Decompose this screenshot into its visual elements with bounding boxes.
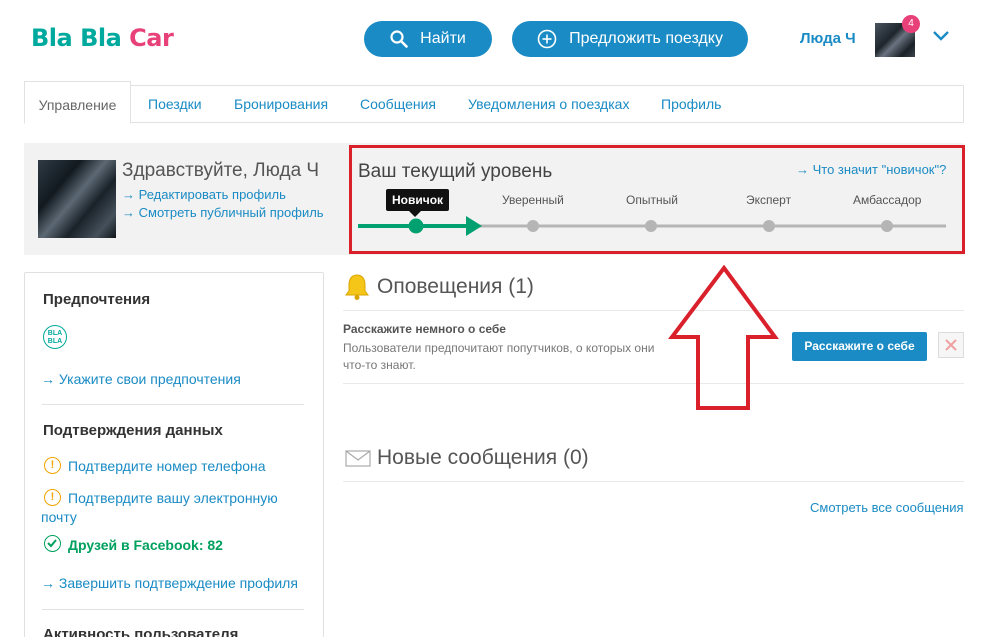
- profile-photo[interactable]: [38, 160, 116, 238]
- user-name-link[interactable]: Люда Ч: [800, 30, 856, 47]
- level-dot-expert: [763, 220, 775, 232]
- alerts-divider-top: [343, 310, 964, 311]
- logo-part-car: Car: [129, 24, 174, 52]
- blablacar-logo[interactable]: Bla Bla Car: [31, 24, 174, 52]
- tab-messages[interactable]: Сообщения: [360, 85, 436, 123]
- public-profile-link[interactable]: → Смотреть публичный профиль: [122, 205, 324, 220]
- logo-part-bla: Bla: [31, 24, 73, 52]
- red-arrow-annotation-icon: [668, 265, 779, 410]
- search-icon: [390, 30, 408, 48]
- alert-item-title: Расскажите немного о себе: [343, 322, 506, 336]
- level-progress-track: [358, 216, 946, 236]
- alerts-heading: Оповещения (1): [377, 275, 534, 298]
- user-activity-heading: Активность пользователя: [43, 626, 239, 637]
- level-step-label-expert: Эксперт: [746, 193, 792, 207]
- level-title: Ваш текущий уровень: [358, 161, 553, 182]
- greeting-title: Здравствуйте, Люда Ч: [122, 160, 320, 181]
- level-dot-ambassador: [881, 220, 893, 232]
- logo-part-bla-2: Bla: [80, 24, 122, 52]
- notifications-badge: 4: [902, 15, 920, 33]
- tab-bookings[interactable]: Бронирования: [234, 85, 328, 123]
- close-icon: [945, 339, 957, 351]
- tab-trip-alerts[interactable]: Уведомления о поездках: [468, 85, 629, 123]
- preferences-heading: Предпочтения: [43, 291, 151, 308]
- bell-icon: [345, 274, 369, 300]
- level-step-label-confident: Уверенный: [502, 193, 564, 207]
- chevron-down-icon[interactable]: [932, 30, 950, 42]
- warning-icon: !: [44, 457, 61, 474]
- warning-icon: !: [44, 489, 61, 506]
- blabla-badge-line2: BLA: [47, 338, 63, 345]
- edit-profile-link[interactable]: → Редактировать профиль: [122, 187, 286, 202]
- level-step-label-experienced: Опытный: [626, 193, 678, 207]
- alerts-divider-bottom: [343, 383, 964, 384]
- find-button-label: Найти: [420, 30, 466, 47]
- level-dot-novice: [408, 218, 424, 234]
- tell-about-yourself-button[interactable]: Расскажите о себе: [792, 332, 927, 361]
- verification-heading: Подтверждения данных: [43, 422, 223, 439]
- facebook-friends-count: Друзей в Facebook: 82: [68, 537, 223, 553]
- level-step-current-label: Новичок: [386, 189, 450, 217]
- level-dot-experienced: [645, 220, 657, 232]
- plus-circle-icon: [537, 29, 557, 49]
- check-circle-icon: [44, 535, 61, 552]
- envelope-icon: [345, 450, 371, 467]
- messages-divider: [343, 481, 964, 482]
- tab-management[interactable]: Управление: [24, 81, 131, 124]
- blabla-badge-line1: BLA: [47, 330, 63, 337]
- preferences-link[interactable]: → Укажите свои предпочтения: [41, 371, 241, 387]
- verify-email-link-cont[interactable]: почту: [41, 509, 77, 525]
- tab-profile[interactable]: Профиль: [661, 85, 721, 123]
- offer-ride-button-label: Предложить поездку: [569, 30, 723, 47]
- level-help-link[interactable]: → Что значит "новичок"?: [796, 162, 946, 177]
- level-dot-confident: [527, 220, 539, 232]
- dismiss-alert-button[interactable]: [938, 332, 964, 358]
- finish-verification-link[interactable]: → Завершить подтверждение профиля: [41, 575, 298, 591]
- blabla-badge-icon: BLA BLA: [43, 325, 67, 349]
- sidebar-divider-2: [42, 609, 304, 610]
- verify-phone-link[interactable]: Подтвердите номер телефона: [68, 458, 266, 474]
- offer-ride-button[interactable]: Предложить поездку: [512, 21, 748, 57]
- level-step-label-ambassador: Амбассадор: [853, 193, 922, 207]
- sidebar-divider-1: [42, 404, 304, 405]
- messages-heading: Новые сообщения (0): [377, 446, 589, 469]
- find-button[interactable]: Найти: [364, 21, 492, 57]
- see-all-messages-link[interactable]: Смотреть все сообщения: [810, 500, 964, 515]
- tab-trips[interactable]: Поездки: [148, 85, 202, 123]
- verify-email-link[interactable]: Подтвердите вашу электронную: [68, 490, 278, 506]
- alert-item-text: Пользователи предпочитают попутчиков, о …: [343, 341, 655, 372]
